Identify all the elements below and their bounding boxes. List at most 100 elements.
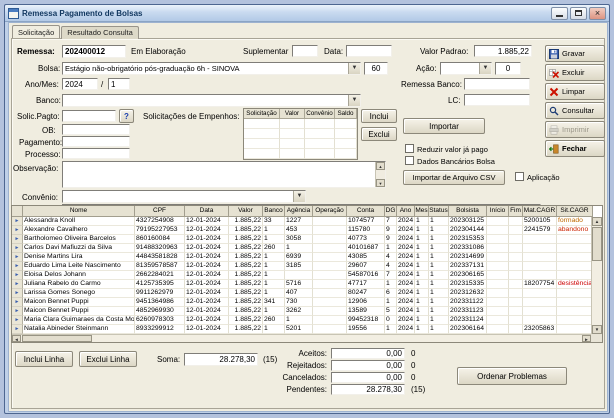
table-row[interactable]: ►Bartholomeo Oliveira Barcelos8601600841… [12,235,591,244]
pendentes-field[interactable] [331,384,405,395]
rejeitados-field[interactable] [331,360,405,371]
bolsa-combobox[interactable]: Estágio não-obrigatório pós-graduação 6h… [62,62,361,75]
gravar-button[interactable]: Gravar [545,45,605,62]
aceitos-field[interactable] [331,348,405,359]
scroll-left-icon[interactable]: ◄ [12,335,21,342]
maximize-button[interactable] [570,7,587,20]
table-row[interactable]: ►Carlos Davi Mafiuzzi da Silva9148832096… [12,244,591,253]
table-row[interactable]: ►Eduardo Lima Leite Nascimento8135957858… [12,262,591,271]
valor-padrao-field[interactable] [474,45,532,57]
exclui-linha-button[interactable]: Exclui Linha [79,351,137,367]
table-row[interactable]: ►Larissa Gomes Sonego991126297912-01-202… [12,289,591,298]
table-row[interactable]: ►Alessandra Knoll432725490812-01-20241.8… [12,217,591,226]
column-header-mes[interactable]: Mes [415,206,429,217]
table-row[interactable]: ►Juliana Rabelo do Carmo412573539512-01-… [12,280,591,289]
scroll-up-icon[interactable]: ▲ [592,217,602,226]
ordenar-problemas-button[interactable]: Ordenar Problemas [457,367,567,385]
mes-field[interactable] [108,78,130,90]
excluir-button[interactable]: Excluir [545,64,605,81]
column-header-inicio[interactable]: Início [487,206,509,217]
help-button[interactable]: ? [119,109,134,123]
column-header-banco[interactable]: Banco [263,206,285,217]
row-selector-icon[interactable]: ► [12,271,23,280]
column-header-agencia[interactable]: Agência [285,206,313,217]
table-row[interactable]: ►Alexandre Cavalhero7919522795312-01-202… [12,226,591,235]
row-selector-icon[interactable]: ► [12,316,23,325]
observacao-scrollbar[interactable]: ▲ ▼ [375,162,385,187]
data-field[interactable] [346,45,392,57]
cancelados-field[interactable] [331,372,405,383]
row-selector-icon[interactable]: ► [12,298,23,307]
scroll-down-icon[interactable]: ▼ [592,325,602,334]
table-row[interactable]: ►Maicon Bennet Puppi485296993012-01-2024… [12,307,591,316]
column-header-cpf[interactable]: CPF [135,206,185,217]
scroll-down-icon[interactable]: ▼ [376,179,385,187]
ob-field[interactable] [62,124,130,135]
empenhos-column-header[interactable]: Saldo [335,109,357,119]
grid-horizontal-scrollbar[interactable]: ◄ ► [12,334,591,342]
minimize-button[interactable] [551,7,568,20]
consultar-button[interactable]: Consultar [545,102,605,119]
tab-solicitacao[interactable]: Solicitação [12,25,60,38]
row-selector-icon[interactable]: ► [12,253,23,262]
row-selector-icon[interactable]: ► [12,307,23,316]
row-selector-icon[interactable]: ► [12,262,23,271]
banco-combobox[interactable]: ▼ [62,94,361,107]
bolsistas-grid[interactable]: Nome CPF Data Valor Banco Agência Operaç… [11,205,603,343]
row-selector-icon[interactable]: ► [12,235,23,244]
column-header-data[interactable]: Data [185,206,229,217]
column-header-dg[interactable]: DG [385,206,397,217]
ano-field[interactable] [62,78,98,90]
scroll-up-icon[interactable]: ▲ [376,162,385,170]
importar-button[interactable]: Importar [403,118,485,134]
row-selector-icon[interactable]: ► [12,280,23,289]
column-header-bolsista[interactable]: Bolsista [449,206,487,217]
exclui-button[interactable]: Exclui [361,127,397,141]
pagamento-field[interactable] [62,136,130,147]
dados-bancarios-checkbox[interactable] [405,156,414,165]
remessa-field[interactable] [62,45,126,58]
convenio-combobox[interactable]: ▼ [62,190,306,203]
column-header-operacao[interactable]: Operação [313,206,347,217]
chevron-down-icon[interactable]: ▼ [348,63,360,74]
title-bar[interactable]: Remessa Pagamento de Bolsas × [5,5,609,22]
processo-field[interactable] [62,148,130,159]
table-row[interactable]: ►Maria Clara Guimaraes da Costa Moura626… [12,316,591,325]
importar-csv-button[interactable]: Importar de Arquivo CSV [403,170,505,185]
scroll-thumb[interactable] [22,335,92,342]
suplementar-field[interactable] [292,45,318,57]
column-header-conta[interactable]: Conta [347,206,385,217]
reduzir-valor-checkbox[interactable] [405,144,414,153]
row-selector-icon[interactable]: ► [12,325,23,334]
observacao-field[interactable]: ▲ ▼ [62,161,386,188]
column-header-status[interactable]: Status [429,206,449,217]
chevron-down-icon[interactable]: ▼ [293,191,305,202]
inclui-linha-button[interactable]: Inclui Linha [15,351,73,367]
inclui-button[interactable]: Inclui [361,109,397,123]
column-header-matcagr[interactable]: Mat.CAGR [523,206,557,217]
limpar-button[interactable]: Limpar [545,83,605,100]
empenhos-grid[interactable]: Solicitação Valor Convênio Saldo [243,108,358,160]
tab-resultado-consulta[interactable]: Resultado Consulta [61,26,138,39]
column-header-ano[interactable]: Ano [397,206,415,217]
observacao-textarea[interactable] [63,162,375,187]
chevron-down-icon[interactable]: ▼ [479,63,491,74]
fechar-button[interactable]: Fechar [545,140,605,157]
aplicacao-checkbox[interactable] [515,172,524,181]
lc-field[interactable] [464,94,530,106]
column-header-fim[interactable]: Fim [509,206,523,217]
table-row[interactable]: ►Natalia Abineder Steinmann893329991212-… [12,325,591,334]
empenhos-column-header[interactable]: Convênio [305,109,335,119]
row-selector-icon[interactable]: ► [12,244,23,253]
column-header-sitcagr[interactable]: Sit.CAGR [557,206,593,217]
row-selector-icon[interactable]: ► [12,217,23,226]
scroll-right-icon[interactable]: ► [582,335,591,342]
acao-code-field[interactable] [495,62,521,75]
empenhos-column-header[interactable]: Solicitação [244,109,280,119]
table-row[interactable]: ►Maicon Bennet Puppi945136498612-01-2024… [12,298,591,307]
chevron-down-icon[interactable]: ▼ [348,95,360,106]
scroll-thumb[interactable] [592,227,602,261]
empenhos-column-header[interactable]: Valor [280,109,305,119]
column-header-valor[interactable]: Valor [229,206,263,217]
grid-vertical-scrollbar[interactable]: ▲ ▼ [591,217,602,334]
